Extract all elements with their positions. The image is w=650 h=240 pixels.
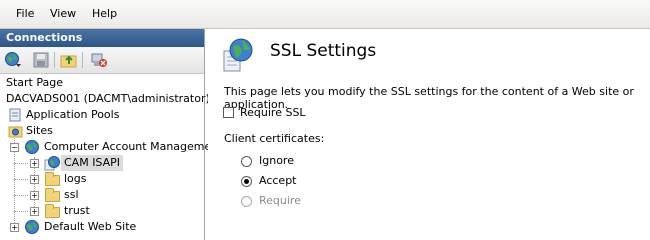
connections-header: Connections <box>0 29 204 47</box>
tree-connector <box>14 211 28 212</box>
connections-toolbar <box>0 47 204 74</box>
tree-item-label: logs <box>64 172 87 185</box>
folder-icon <box>45 188 60 202</box>
require-label: Require <box>259 194 301 207</box>
ignore-label: Ignore <box>259 154 294 167</box>
globe-icon <box>24 219 40 235</box>
folder-icon <box>45 204 60 218</box>
page-title: SSL Settings <box>270 41 377 61</box>
tree-item-application-pools[interactable]: Application Pools <box>0 107 200 123</box>
require-ssl-label: Require SSL <box>240 106 306 119</box>
application-pools-icon <box>7 107 23 123</box>
tree-item-logs[interactable]: + logs <box>0 171 204 187</box>
tree-item-ssl[interactable]: + ssl <box>0 187 204 203</box>
expand-toggle[interactable]: + <box>30 159 39 168</box>
ignore-radio[interactable] <box>241 156 252 167</box>
collapse-toggle[interactable]: − <box>10 143 19 152</box>
tree-item-label: Default Web Site <box>44 220 137 233</box>
save-icon[interactable] <box>32 51 50 69</box>
accept-label: Accept <box>259 174 297 187</box>
sites-folder-icon <box>7 123 23 139</box>
up-folder-icon[interactable] <box>60 51 78 69</box>
tree-connector <box>14 163 28 164</box>
connect-globe-icon[interactable] <box>4 51 22 69</box>
tree-item-label: CAM ISAPI <box>61 155 124 171</box>
tree-item-label: Start Page <box>6 76 63 89</box>
toolbar-separator <box>54 52 55 68</box>
tree-item-cam-isapi[interactable]: + CAM ISAPI <box>0 155 204 171</box>
menu-bar: File View Help <box>0 0 650 29</box>
tree-item-trust[interactable]: + trust <box>0 203 204 219</box>
tree-item-label: Sites <box>26 124 53 137</box>
application-globe-icon <box>44 155 60 171</box>
tree-connector <box>14 195 28 196</box>
tree-item-label: Application Pools <box>26 108 120 121</box>
folder-icon <box>45 172 60 186</box>
tree-item-label: trust <box>64 204 90 217</box>
ssl-settings-globe-icon <box>222 37 256 73</box>
menu-help[interactable]: Help <box>92 7 117 20</box>
accept-radio[interactable] <box>241 176 252 187</box>
expand-toggle[interactable]: + <box>10 223 19 232</box>
menu-view[interactable]: View <box>50 7 76 20</box>
tree-item-label: ssl <box>64 188 79 201</box>
tree-item-label: DACVADS001 (DACMT\administrator) <box>6 92 210 105</box>
expand-toggle[interactable]: + <box>30 207 39 216</box>
tree-item-sites[interactable]: Sites <box>0 123 200 139</box>
require-radio <box>241 196 252 207</box>
tree-item-site[interactable]: − Computer Account Management <box>0 139 223 155</box>
menu-file[interactable]: File <box>16 7 34 20</box>
client-certificates-label: Client certificates: <box>224 132 325 145</box>
ssl-settings-pane: SSL Settings This page lets you modify t… <box>208 29 650 240</box>
tree-item-label: Computer Account Management <box>44 140 223 153</box>
globe-icon <box>24 139 40 155</box>
expand-toggle[interactable]: + <box>30 191 39 200</box>
tree-connector <box>14 179 28 180</box>
tree-item-default-web-site[interactable]: + Default Web Site <box>0 219 204 235</box>
connections-pane: Connections Start Page DACVADS001 (DACMT… <box>0 29 223 240</box>
toolbar-separator <box>82 52 83 68</box>
disconnect-icon[interactable] <box>90 51 108 69</box>
require-ssl-checkbox[interactable] <box>223 107 234 118</box>
expand-toggle[interactable]: + <box>30 175 39 184</box>
